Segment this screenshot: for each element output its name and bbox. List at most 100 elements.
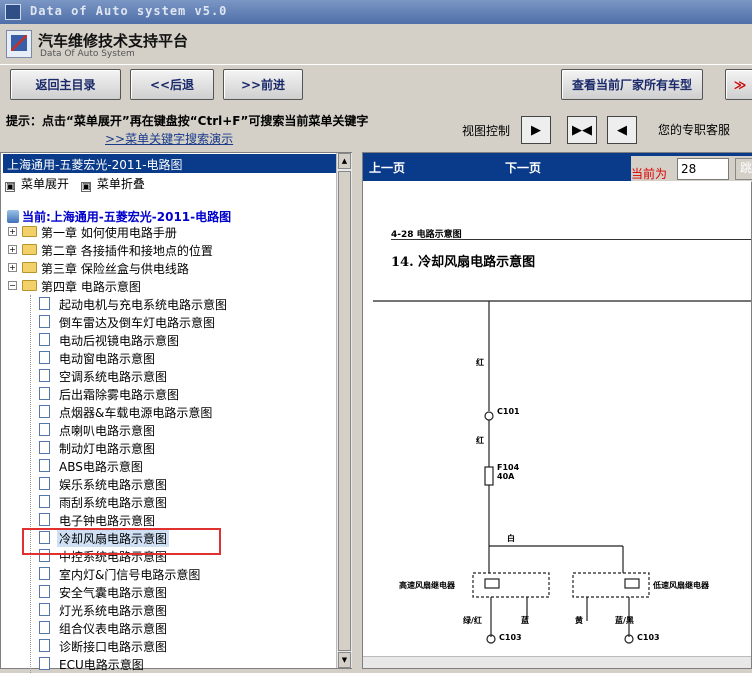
menu-controls: ▣ 菜单展开 ▣ 菜单折叠 <box>5 175 153 192</box>
tree-item[interactable]: 倒车雷达及倒车灯电路示意图 <box>1 313 336 331</box>
app-title-cn: 汽车维修技术支持平台 <box>38 32 189 50</box>
app-header: 汽车维修技术支持平台 Data Of Auto System <box>0 24 752 64</box>
fuse-label: F104 40A <box>497 463 520 481</box>
wire-color-label: 蓝 <box>521 616 529 625</box>
tree-item[interactable]: 安全气囊电路示意图 <box>1 583 336 601</box>
tree-item[interactable]: 空调系统电路示意图 <box>1 367 336 385</box>
prev-page-button[interactable]: 上一页 <box>369 159 405 176</box>
menu-tree: + 第一章 如何使用电路手册 + 第二章 各接插件和接地点的位置 + 第三章 保险丝盒… <box>1 223 336 673</box>
scroll-thumb[interactable] <box>338 171 351 651</box>
folder-icon <box>22 244 37 255</box>
service-label[interactable]: 您的专职客服 <box>658 121 730 138</box>
search-tip: 提示：点击“菜单展开”再在键盘按“Ctrl+F”可搜索当前菜单关键字 <box>6 114 369 128</box>
document-icon <box>39 477 50 490</box>
document-icon <box>39 315 50 328</box>
wire-color-label: 蓝/黑 <box>615 616 634 625</box>
tree-item[interactable]: 制动灯电路示意图 <box>1 439 336 457</box>
page-nav: 上一页 下一页 当前为 跳 <box>363 153 752 182</box>
diagram-pane: 上一页 下一页 当前为 跳 4-28 电路示意图 14. 冷却风扇电路示意图 <box>362 152 752 669</box>
document-icon <box>39 459 50 472</box>
current-page-label: 当前为 <box>631 167 668 181</box>
tree-item[interactable]: ABS电路示意图 <box>1 457 336 475</box>
tree-item[interactable]: 后出霜除雾电路示意图 <box>1 385 336 403</box>
expand-plus-icon[interactable]: + <box>8 227 17 236</box>
tree-item[interactable]: 组合仪表电路示意图 <box>1 619 336 637</box>
document-icon <box>39 333 50 346</box>
connector-label: C101 <box>497 407 520 416</box>
wiring-diagram: 4-28 电路示意图 14. 冷却风扇电路示意图 红 C101 红 F104 4… <box>363 181 751 656</box>
document-icon <box>39 387 50 400</box>
document-icon <box>39 405 50 418</box>
page-number-input[interactable] <box>677 158 729 180</box>
jump-button[interactable]: 跳 <box>735 158 752 180</box>
view-split-button[interactable]: ▶◀ <box>567 116 597 144</box>
document-icon <box>39 657 50 670</box>
book-icon <box>7 210 19 223</box>
menu-collapse-button[interactable]: ▣ 菜单折叠 <box>80 177 145 192</box>
hint-bar: 提示：点击“菜单展开”再在键盘按“Ctrl+F”可搜索当前菜单关键字 >>菜单关… <box>0 106 752 152</box>
tree-chapter[interactable]: + 第一章 如何使用电路手册 <box>1 223 336 241</box>
tree-chapter[interactable]: − 第四章 电路示意图 <box>1 277 336 295</box>
relay-label: 高速风扇继电器 <box>399 581 455 590</box>
document-icon <box>39 441 50 454</box>
scroll-down-icon[interactable]: ▼ <box>338 652 351 668</box>
document-icon <box>39 585 50 598</box>
connector-label: C103 <box>637 633 660 642</box>
tree-chapter[interactable]: + 第三章 保险丝盒与供电线路 <box>1 259 336 277</box>
next-page-button[interactable]: 下一页 <box>505 159 541 176</box>
document-icon <box>39 297 50 310</box>
menu-expand-button[interactable]: ▣ 菜单展开 <box>5 177 69 192</box>
diagram-hscrollbar[interactable] <box>363 656 751 668</box>
back-button[interactable]: <<后退 <box>130 69 214 100</box>
folder-icon <box>22 226 37 237</box>
document-icon <box>39 513 50 526</box>
document-icon <box>39 351 50 364</box>
tree-item[interactable]: 雨刮系统电路示意图 <box>1 493 336 511</box>
document-icon <box>39 639 50 652</box>
wire-color-label: 黄 <box>575 616 583 625</box>
tree-item[interactable]: 娱乐系统电路示意图 <box>1 475 336 493</box>
arrow-left-icon: ◀ <box>617 122 627 138</box>
page-jump: 当前为 跳 <box>631 156 752 182</box>
tree-item[interactable]: 电子钟电路示意图 <box>1 511 336 529</box>
tree-item[interactable]: 灯光系统电路示意图 <box>1 601 336 619</box>
tree-item[interactable]: 点烟器&车载电源电路示意图 <box>1 403 336 421</box>
expand-plus-icon[interactable]: + <box>8 263 17 272</box>
tree-item[interactable]: 起动电机与充电系统电路示意图 <box>1 295 336 313</box>
tree-chapter[interactable]: + 第二章 各接插件和接地点的位置 <box>1 241 336 259</box>
wire-color-label: 红 <box>476 436 484 445</box>
relay-label: 低速风扇继电器 <box>653 581 709 590</box>
home-button[interactable]: 返回主目录 <box>10 69 121 100</box>
all-models-button[interactable]: 查看当前厂家所有车型 <box>561 69 703 100</box>
view-expand-left-button[interactable]: ◀ <box>607 116 637 144</box>
wire-color-label: 红 <box>476 358 484 367</box>
document-icon <box>39 621 50 634</box>
wire-color-label: 绿/红 <box>463 616 482 625</box>
forward-button[interactable]: >>前进 <box>223 69 303 100</box>
wire-color-label: 白 <box>507 534 515 543</box>
tree-item[interactable]: 室内灯&门信号电路示意图 <box>1 565 336 583</box>
tree-item[interactable]: 电动窗电路示意图 <box>1 349 336 367</box>
menu-scrollbar[interactable]: ▲ ▼ <box>336 153 352 668</box>
tree-item[interactable]: ECU电路示意图 <box>1 655 336 673</box>
tree-item[interactable]: 点喇叭电路示意图 <box>1 421 336 439</box>
tree-item[interactable]: 诊断接口电路示意图 <box>1 637 336 655</box>
split-icon: ▶◀ <box>572 122 592 138</box>
title-bar: Data of Auto system v5.0 <box>0 0 752 24</box>
tree-item[interactable]: 电动后视镜电路示意图 <box>1 331 336 349</box>
window-title: Data of Auto system v5.0 <box>30 4 228 18</box>
document-icon <box>39 603 50 616</box>
collapse-minus-icon[interactable]: − <box>8 281 17 290</box>
expand-plus-icon[interactable]: + <box>8 245 17 254</box>
toolbar: 返回主目录 <<后退 >>前进 查看当前厂家所有车型 ≫ <box>0 64 752 104</box>
document-icon <box>39 369 50 382</box>
menu-pane-title: 上海通用-五菱宏光-2011-电路图 <box>3 154 336 173</box>
connector-label: C103 <box>499 633 522 642</box>
expand-icon: ▣ <box>5 182 15 192</box>
search-demo-link[interactable]: >>菜单关键字搜索演示 <box>105 130 233 147</box>
view-expand-right-button[interactable]: ▶ <box>521 116 551 144</box>
document-icon <box>39 567 50 580</box>
scroll-up-icon[interactable]: ▲ <box>338 153 351 169</box>
arrow-right-icon: ▶ <box>531 122 541 138</box>
more-button[interactable]: ≫ <box>725 69 752 100</box>
